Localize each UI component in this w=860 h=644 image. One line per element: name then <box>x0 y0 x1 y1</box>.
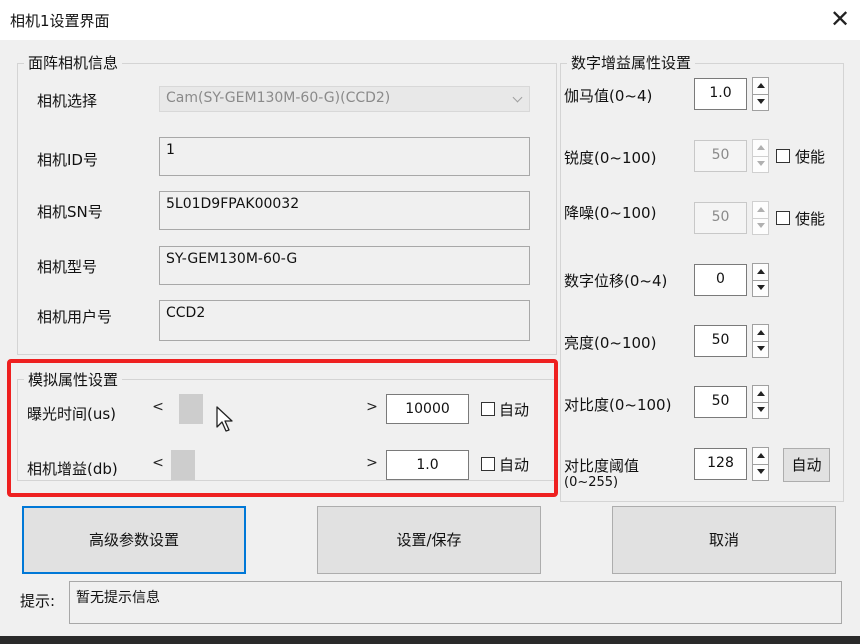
spin-up-icon[interactable] <box>753 202 768 218</box>
camera-model-field: SY-GEM130M-60-G <box>159 246 530 285</box>
camera-select-value: Cam(SY-GEM130M-60-G)(CCD2) <box>166 90 391 106</box>
spin-up-icon[interactable] <box>753 386 768 402</box>
digital-shift-input[interactable]: 0 <box>694 264 747 296</box>
advanced-settings-button[interactable]: 高级参数设置 <box>22 506 246 574</box>
title-bar <box>0 0 860 40</box>
digital-group-label: 数字增益属性设置 <box>567 52 696 73</box>
contrast-threshold-label: 对比度阈值 <box>564 457 640 475</box>
hint-label: 提示: <box>20 592 56 610</box>
window-title: 相机1设置界面 <box>10 12 110 30</box>
chevron-down-icon <box>512 92 523 103</box>
spin-up-icon[interactable] <box>753 78 768 94</box>
spin-up-icon[interactable] <box>753 325 768 341</box>
digital-shift-spinner[interactable] <box>752 263 769 297</box>
camera-select-dropdown[interactable]: Cam(SY-GEM130M-60-G)(CCD2) <box>159 86 530 112</box>
sharpness-enable-label: 使能 <box>795 148 826 166</box>
sharpness-label: 锐度(0~100) <box>564 149 657 167</box>
spin-down-icon[interactable] <box>753 402 768 419</box>
spin-down-icon[interactable] <box>753 94 768 111</box>
camera-sn-field: 5L01D9FPAK00032 <box>159 191 530 230</box>
cancel-button[interactable]: 取消 <box>612 506 836 574</box>
camera-user-id-label: 相机用户号 <box>37 308 113 326</box>
spin-down-icon[interactable] <box>753 156 768 173</box>
spin-down-icon[interactable] <box>753 464 768 481</box>
sharpness-spinner[interactable] <box>752 139 769 173</box>
gamma-label: 伽马值(0~4) <box>564 87 653 105</box>
save-button[interactable]: 设置/保存 <box>317 506 541 574</box>
noise-label: 降噪(0~100) <box>564 204 657 222</box>
spin-down-icon[interactable] <box>753 341 768 358</box>
brightness-spinner[interactable] <box>752 324 769 358</box>
contrast-auto-button[interactable]: 自动 <box>783 448 830 482</box>
brightness-input[interactable]: 50 <box>694 325 747 357</box>
gamma-spinner[interactable] <box>752 77 769 111</box>
highlight-box <box>7 359 558 497</box>
contrast-threshold-input[interactable]: 128 <box>694 448 747 480</box>
taskbar-edge <box>0 636 860 644</box>
noise-enable-checkbox[interactable] <box>776 211 790 225</box>
camera-model-label: 相机型号 <box>37 258 98 276</box>
hint-field: 暂无提示信息 <box>69 581 842 624</box>
contrast-threshold-range: (0~255) <box>564 475 619 490</box>
camera-select-label: 相机选择 <box>37 92 98 110</box>
contrast-input[interactable]: 50 <box>694 386 747 418</box>
spin-up-icon[interactable] <box>753 264 768 280</box>
camera-id-label: 相机ID号 <box>37 151 98 169</box>
spin-up-icon[interactable] <box>753 140 768 156</box>
spin-up-icon[interactable] <box>753 448 768 464</box>
noise-spinner[interactable] <box>752 201 769 235</box>
spin-down-icon[interactable] <box>753 218 768 235</box>
gamma-input[interactable]: 1.0 <box>694 78 747 110</box>
noise-input[interactable]: 50 <box>694 202 747 234</box>
spin-down-icon[interactable] <box>753 280 768 297</box>
contrast-spinner[interactable] <box>752 385 769 419</box>
camera-sn-label: 相机SN号 <box>37 203 103 221</box>
camera-info-group-label: 面阵相机信息 <box>24 52 123 73</box>
digital-shift-label: 数字位移(0~4) <box>564 272 668 290</box>
noise-enable-label: 使能 <box>795 210 826 228</box>
camera-id-field: 1 <box>159 137 530 176</box>
sharpness-enable-checkbox[interactable] <box>776 149 790 163</box>
close-icon[interactable]: ✕ <box>826 4 854 34</box>
sharpness-input[interactable]: 50 <box>694 140 747 172</box>
contrast-label: 对比度(0~100) <box>564 396 672 414</box>
brightness-label: 亮度(0~100) <box>564 334 657 352</box>
camera-user-id-field: CCD2 <box>159 300 530 341</box>
contrast-threshold-spinner[interactable] <box>752 447 769 481</box>
